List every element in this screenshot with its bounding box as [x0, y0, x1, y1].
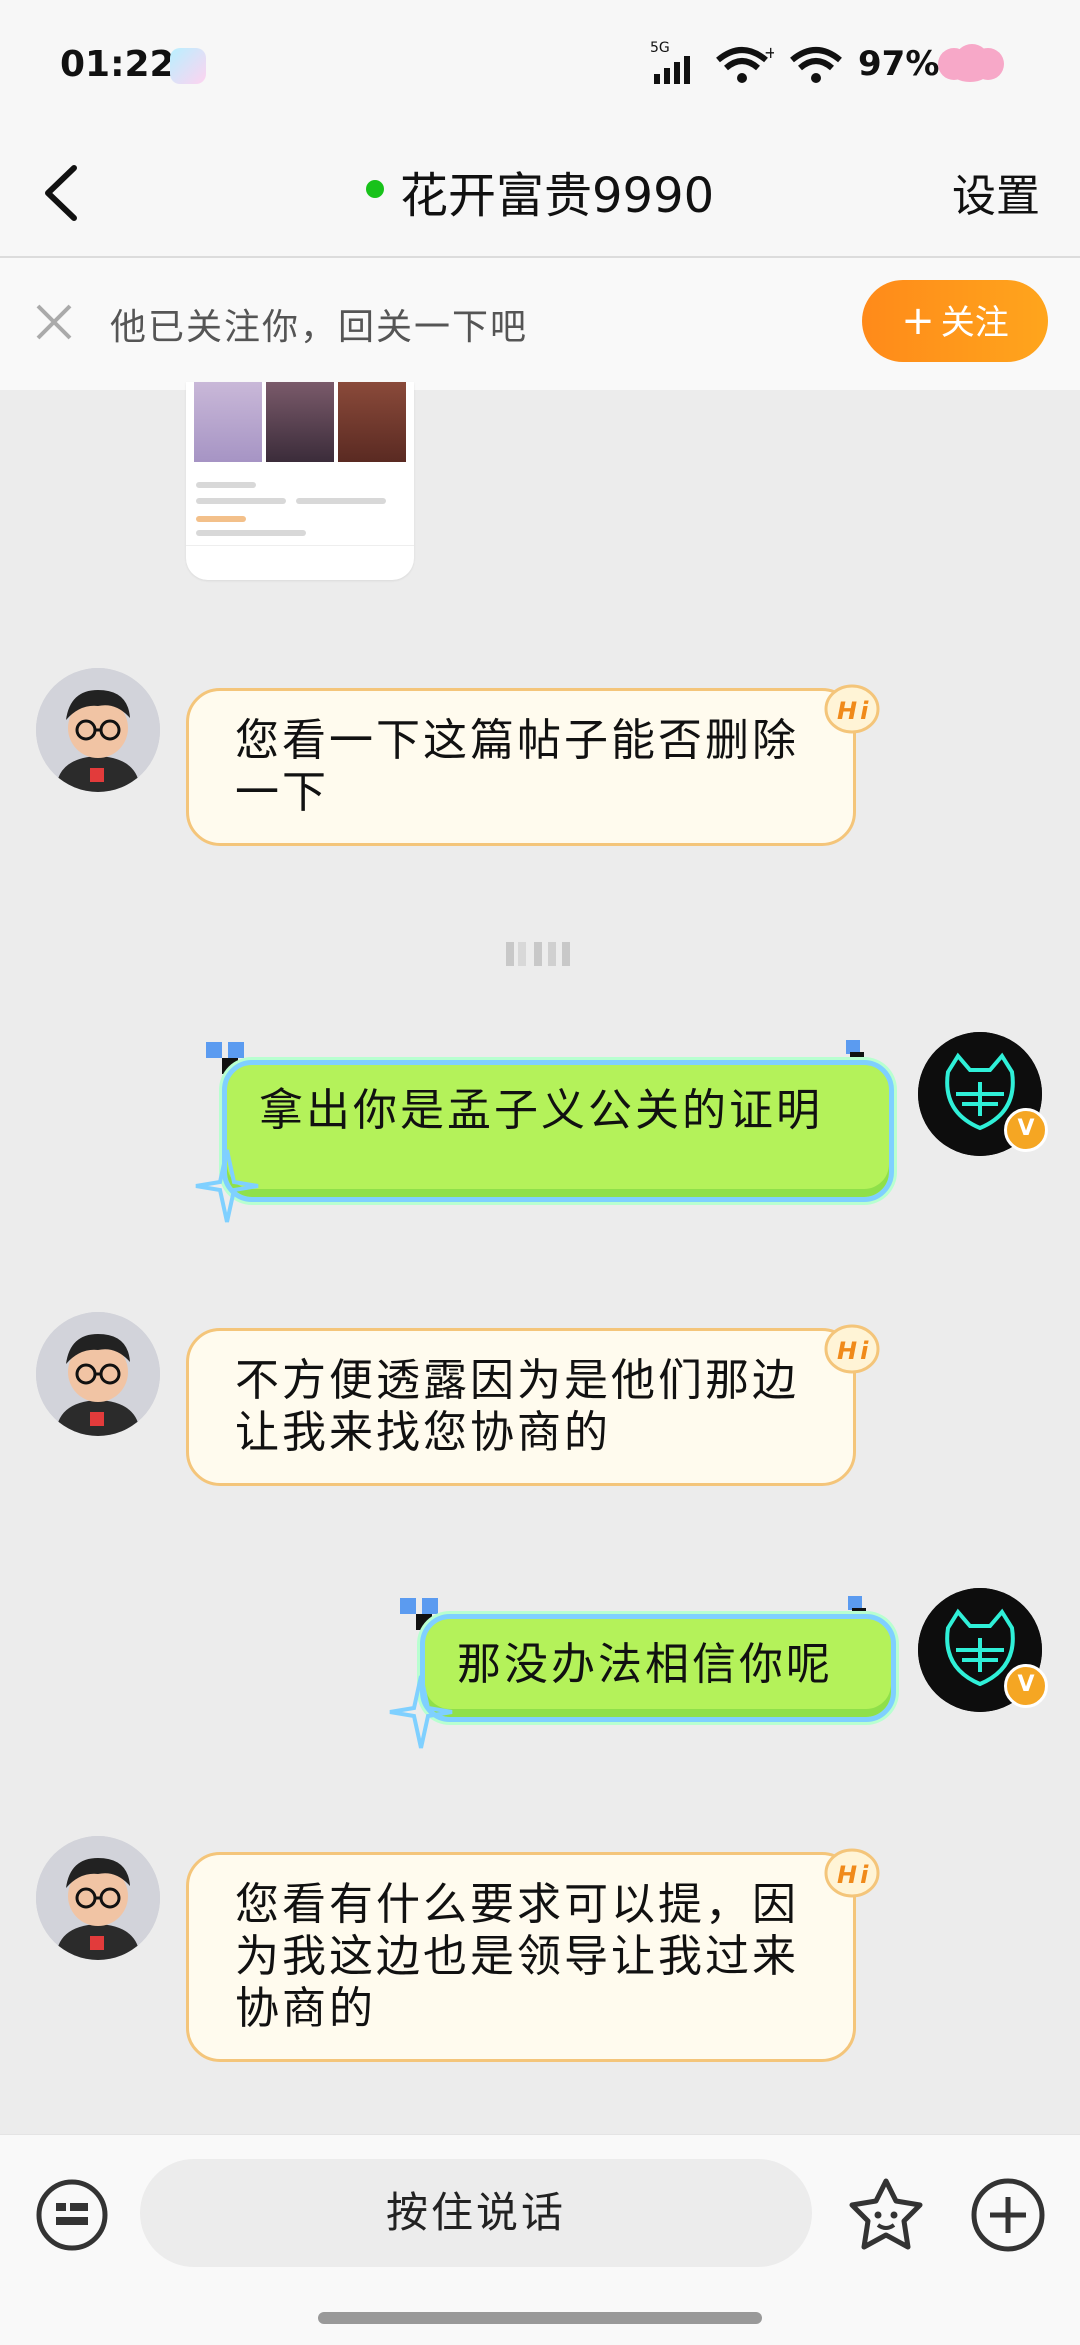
- cellular-signal-icon: 5G: [650, 40, 704, 86]
- hi-badge-icon: Hi: [824, 1324, 880, 1374]
- hi-badge-label: Hi: [837, 697, 871, 725]
- follow-banner: 他已关注你，回关一下吧 + 关注: [0, 258, 1080, 390]
- follow-button-label: 关注: [940, 303, 1009, 343]
- hold-to-talk-button[interactable]: 按住说话: [140, 2159, 812, 2267]
- message-bubble-incoming[interactable]: 您看有什么要求可以提，因为我这边也是领导让我过来协商的 Hi: [186, 1848, 880, 2062]
- network-type-label: 5G: [650, 40, 670, 56]
- battery-icon: [936, 42, 1006, 86]
- message-text: 不方便透露因为是他们那边让我来找您协商的: [235, 1355, 799, 1458]
- close-banner-button[interactable]: [34, 302, 74, 342]
- thumbnail-image: [266, 382, 334, 462]
- plus-circle-icon: [971, 2178, 1045, 2252]
- message-text: 拿出你是孟子义公关的证明: [259, 1085, 823, 1136]
- thumbnail-image: [194, 382, 262, 462]
- loading-indicator-icon: [506, 942, 570, 966]
- emoji-face-icon: [849, 2178, 923, 2250]
- message-text: 您看一下这篇帖子能否删除一下: [235, 715, 799, 818]
- keyboard-icon: [36, 2179, 108, 2251]
- verified-badge-icon: V: [1004, 1108, 1048, 1152]
- home-indicator[interactable]: [318, 2312, 762, 2324]
- keyboard-toggle-button[interactable]: [34, 2177, 110, 2253]
- more-options-button[interactable]: [968, 2175, 1048, 2255]
- shared-post-image[interactable]: [186, 382, 414, 580]
- hi-badge-label: Hi: [837, 1861, 871, 1889]
- hi-badge-label: Hi: [837, 1337, 871, 1365]
- cartoon-avatar-icon: [36, 1312, 160, 1436]
- settings-button[interactable]: 设置: [952, 160, 1040, 224]
- wifi-icon: +: [714, 43, 777, 86]
- contact-avatar[interactable]: [36, 668, 160, 792]
- wifi-secondary-icon: [788, 46, 848, 86]
- app-notification-icon: [170, 48, 206, 84]
- message-bubble-outgoing[interactable]: 那没办法相信你呢: [420, 1614, 896, 1722]
- sparkle-icon: [389, 1675, 453, 1749]
- contact-avatar[interactable]: [36, 1836, 160, 1960]
- message-bubble-incoming[interactable]: 您看一下这篇帖子能否删除一下 Hi: [186, 684, 880, 846]
- my-avatar[interactable]: V: [918, 1588, 1048, 1712]
- online-status-dot: [366, 180, 384, 198]
- chat-header: 花开富贵9990 设置: [0, 130, 1080, 258]
- hi-badge-icon: Hi: [824, 684, 880, 734]
- message-text: 那没办法相信你呢: [457, 1639, 833, 1690]
- plus-icon: +: [901, 298, 935, 344]
- sparkle-icon: [195, 1149, 259, 1223]
- cartoon-avatar-icon: [36, 668, 160, 792]
- message-bubble-outgoing[interactable]: 拿出你是孟子义公关的证明: [222, 1060, 894, 1202]
- back-button[interactable]: [36, 158, 96, 228]
- emoji-button[interactable]: [846, 2175, 926, 2255]
- contact-avatar[interactable]: [36, 1312, 160, 1436]
- cartoon-avatar-icon: [36, 1836, 160, 1960]
- message-text: 您看有什么要求可以提，因为我这边也是领导让我过来协商的: [235, 1879, 799, 2034]
- battery-level: 97%: [858, 44, 940, 84]
- close-icon: [36, 304, 72, 340]
- verified-badge-icon: V: [1004, 1664, 1048, 1708]
- thumbnail-image: [338, 382, 406, 462]
- my-avatar[interactable]: V: [918, 1032, 1048, 1156]
- chat-title: 花开富贵9990: [400, 168, 715, 224]
- hi-badge-icon: Hi: [824, 1848, 880, 1898]
- message-bubble-incoming[interactable]: 不方便透露因为是他们那边让我来找您协商的 Hi: [186, 1324, 880, 1486]
- follow-banner-text: 他已关注你，回关一下吧: [110, 307, 529, 348]
- status-time: 01:22: [60, 44, 175, 85]
- chevron-left-icon: [45, 165, 77, 221]
- svg-text:+: +: [764, 46, 774, 62]
- follow-button[interactable]: + 关注: [862, 280, 1048, 362]
- status-bar: 01:22 5G + 97%: [0, 0, 1080, 130]
